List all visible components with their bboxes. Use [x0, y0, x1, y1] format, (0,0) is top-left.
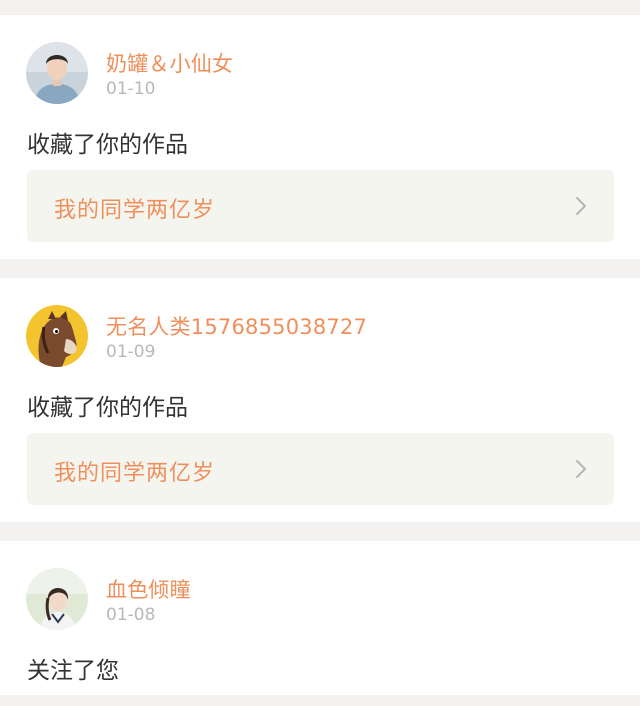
user-name[interactable]: 无名人类1576855038727 — [106, 311, 367, 341]
user-avatar[interactable] — [26, 568, 88, 630]
chevron-right-icon — [575, 194, 587, 218]
user-avatar[interactable] — [26, 305, 88, 367]
user-name[interactable]: 血色倾瞳 — [106, 574, 191, 604]
user-name[interactable]: 奶罐＆小仙女 — [106, 48, 233, 78]
notification-action-text: 收藏了你的作品 — [27, 132, 188, 158]
notification-action-text: 关注了您 — [27, 658, 119, 684]
chevron-right-icon — [575, 457, 587, 481]
notification-card: 无名人类1576855038727 01-09 收藏了你的作品 我的同学两亿岁 — [0, 278, 640, 522]
girl-photo-icon — [26, 568, 88, 630]
young-man-photo-icon — [26, 42, 88, 104]
cartoon-horse-icon — [26, 305, 88, 367]
notification-action-text: 收藏了你的作品 — [27, 395, 188, 421]
work-link-card[interactable]: 我的同学两亿岁 — [27, 433, 614, 505]
notification-feed: 奶罐＆小仙女 01-10 收藏了你的作品 我的同学两亿岁 无名人类1576855… — [0, 0, 640, 706]
notification-card: 血色倾瞳 01-08 关注了您 — [0, 541, 640, 695]
notification-date: 01-08 — [106, 605, 156, 625]
notification-card: 奶罐＆小仙女 01-10 收藏了你的作品 我的同学两亿岁 — [0, 15, 640, 259]
user-avatar[interactable] — [26, 42, 88, 104]
work-title: 我的同学两亿岁 — [54, 198, 216, 223]
notification-date: 01-10 — [106, 79, 156, 99]
work-title: 我的同学两亿岁 — [54, 461, 216, 486]
notification-date: 01-09 — [106, 342, 156, 362]
work-link-card[interactable]: 我的同学两亿岁 — [27, 170, 614, 242]
